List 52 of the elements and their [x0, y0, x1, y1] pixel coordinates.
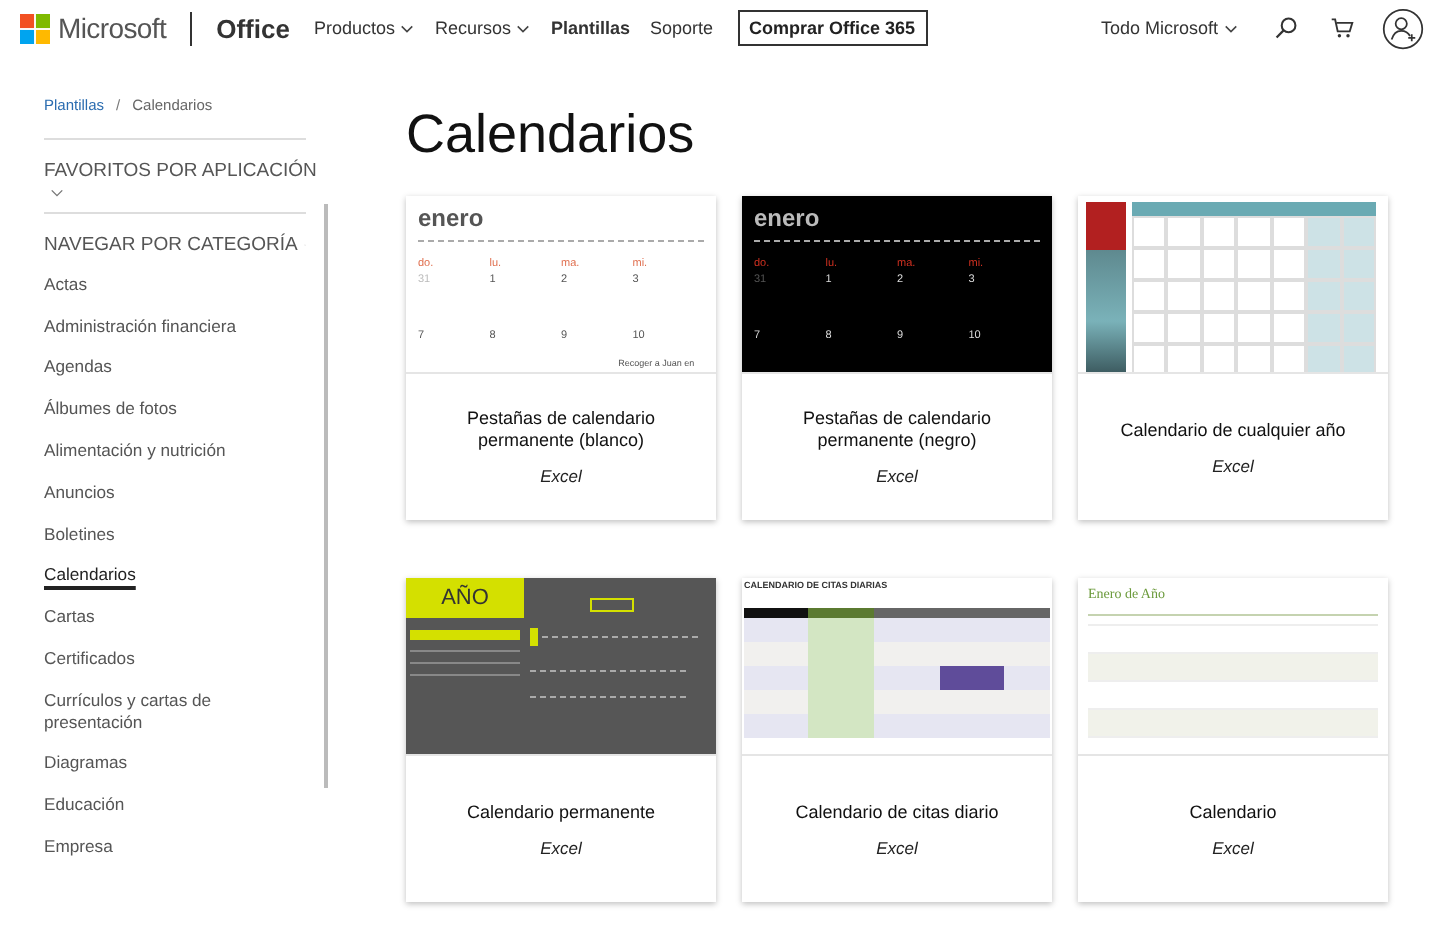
template-title[interactable]: Calendario permanente	[466, 801, 656, 823]
app-label: Excel	[540, 837, 582, 857]
scrollbar[interactable]	[324, 204, 328, 788]
month-label: enero	[418, 204, 486, 234]
product-name[interactable]: Office	[216, 13, 290, 43]
nav-link[interactable]: Recursos	[434, 18, 531, 38]
favorites-heading[interactable]: FAVORITOS POR APLICACIÓN	[44, 160, 317, 182]
template-title[interactable]: Pestañas de calendario permanente (negro)	[758, 408, 1036, 452]
nav-link[interactable]: Soporte	[650, 18, 714, 38]
nav-link[interactable]: Productos	[313, 18, 415, 38]
category-link[interactable]: Diagramas	[44, 743, 128, 785]
year-heading: AÑO	[406, 578, 524, 618]
browse-heading[interactable]: NAVEGAR POR CATEGORÍA	[44, 234, 298, 256]
app-label: Excel	[876, 466, 918, 486]
category-link[interactable]: Empresa	[44, 826, 113, 868]
template-title[interactable]: Calendario	[1189, 801, 1277, 823]
category-link[interactable]: Educación	[44, 784, 125, 827]
search-icon[interactable]	[1274, 16, 1298, 40]
brand-name[interactable]: Microsoft	[58, 12, 167, 44]
category-link[interactable]: Anuncios	[44, 471, 115, 514]
category-link[interactable]: Currículos y cartas de presentación	[44, 679, 284, 744]
chevron-down-icon	[1224, 23, 1238, 33]
microsoft-logo-icon[interactable]	[20, 13, 50, 43]
category-link[interactable]: Agendas	[44, 347, 112, 389]
month-label: enero	[754, 204, 822, 234]
buy-button[interactable]: Comprar Office 365	[737, 10, 928, 46]
app-label: Excel	[876, 837, 918, 857]
template-title[interactable]: Pestañas de calendario permanente (blanco)	[422, 408, 700, 452]
app-label: Excel	[540, 466, 582, 486]
category-link[interactable]: Calendarios	[44, 554, 136, 597]
category-link[interactable]: Alimentación y nutrición	[44, 430, 226, 472]
category-link[interactable]: Administración financiera	[44, 305, 237, 348]
highlight-bar	[410, 630, 520, 640]
app-label: Excel	[1212, 455, 1254, 475]
template-title[interactable]: Calendario de cualquier año	[1120, 419, 1346, 441]
category-link[interactable]: Álbumes de fotos	[44, 388, 177, 431]
category-link[interactable]: Actas	[44, 264, 87, 306]
chevron-down-icon	[400, 23, 415, 33]
category-link[interactable]: Certificados	[44, 638, 135, 680]
template-card[interactable]: AÑO Calendario permanente Excel	[406, 578, 716, 902]
template-title[interactable]: Calendario de citas diario	[795, 801, 999, 823]
chevron-down-icon[interactable]	[50, 188, 64, 198]
app-label: Excel	[1212, 837, 1254, 857]
all-microsoft-menu[interactable]: Todo Microsoft	[1100, 18, 1238, 38]
page-title: Calendarios	[406, 104, 697, 168]
account-icon[interactable]	[1382, 7, 1424, 49]
category-link[interactable]: Boletines	[44, 513, 115, 555]
chevron-down-icon	[516, 23, 531, 33]
cart-icon[interactable]	[1330, 16, 1354, 40]
category-link[interactable]: Cartas	[44, 596, 95, 639]
nav-link[interactable]: Plantillas	[550, 18, 630, 38]
template-card[interactable]: Calendario de cualquier año Excel	[1078, 196, 1388, 520]
